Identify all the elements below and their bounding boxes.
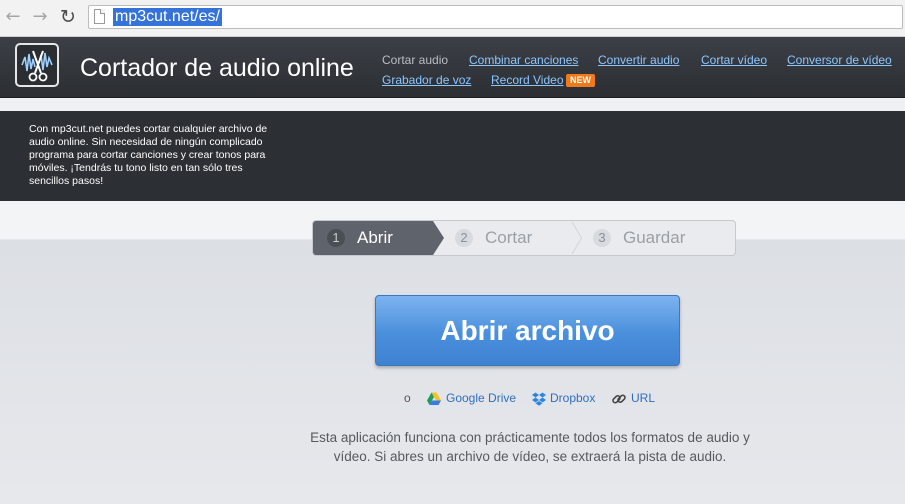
dropbox-link[interactable]: Dropbox <box>550 391 595 405</box>
link-icon <box>612 394 626 404</box>
browser-toolbar: ← → ↻ mp3cut.net/es/ <box>0 0 905 37</box>
nav-cortar-video[interactable]: Cortar vídeo <box>701 53 767 67</box>
step-separator-inner <box>571 221 581 255</box>
google-drive-link[interactable]: Google Drive <box>446 391 516 405</box>
nav-cortar-audio[interactable]: Cortar audio <box>382 53 448 67</box>
reload-button[interactable]: ↻ <box>57 6 79 28</box>
url-link[interactable]: URL <box>631 391 655 405</box>
step-label: Guardar <box>623 228 686 247</box>
hero-band: Con mp3cut.net puedes cortar cualquier a… <box>0 111 905 201</box>
page-icon <box>94 9 105 24</box>
dropbox-icon <box>532 392 546 406</box>
step-abrir: 1 Abrir <box>313 221 433 255</box>
step-label: Abrir <box>357 228 393 247</box>
nav-record-video[interactable]: Record Video <box>491 73 564 87</box>
forward-arrow-icon: → <box>32 6 48 27</box>
step-arrow <box>433 221 444 255</box>
address-bar[interactable]: mp3cut.net/es/ <box>88 5 903 29</box>
intro-text: Con mp3cut.net puedes cortar cualquier a… <box>29 123 268 187</box>
site-logo[interactable] <box>15 43 59 87</box>
new-badge: NEW <box>566 74 595 87</box>
forward-button[interactable]: → <box>29 6 51 28</box>
nav-combinar-canciones[interactable]: Combinar canciones <box>469 53 578 67</box>
formats-description: Esta aplicación funciona con prácticamen… <box>310 430 750 464</box>
step-indicator: 1 Abrir 2 Cortar 3 Guardar <box>312 220 736 256</box>
site-title: Cortador de audio online <box>80 54 354 82</box>
google-drive-icon <box>427 392 441 405</box>
open-file-button[interactable]: Abrir archivo <box>375 295 680 366</box>
step-cortar: 2 Cortar <box>455 221 532 255</box>
nav-convertir-audio[interactable]: Convertir audio <box>598 53 679 67</box>
or-label: o <box>404 391 411 405</box>
nav-conversor-de-video[interactable]: Conversor de vídeo <box>787 53 892 67</box>
reload-icon: ↻ <box>60 6 76 28</box>
step-label: Cortar <box>485 228 533 247</box>
scissors-waveform-icon <box>21 50 53 82</box>
step-number: 3 <box>593 228 611 247</box>
address-bar-url[interactable]: mp3cut.net/es/ <box>113 8 222 26</box>
site-header: Cortador de audio online Cortar audio Co… <box>0 37 905 98</box>
main-content: 1 Abrir 2 Cortar 3 Guardar Abrir archivo o … <box>0 201 905 504</box>
step-number: 2 <box>455 228 473 247</box>
back-arrow-icon: ← <box>5 6 21 27</box>
step-guardar: 3 Guardar <box>593 221 685 255</box>
back-button[interactable]: ← <box>2 6 24 28</box>
step-number: 1 <box>327 228 345 247</box>
nav-grabador-de-voz[interactable]: Grabador de voz <box>382 73 471 87</box>
